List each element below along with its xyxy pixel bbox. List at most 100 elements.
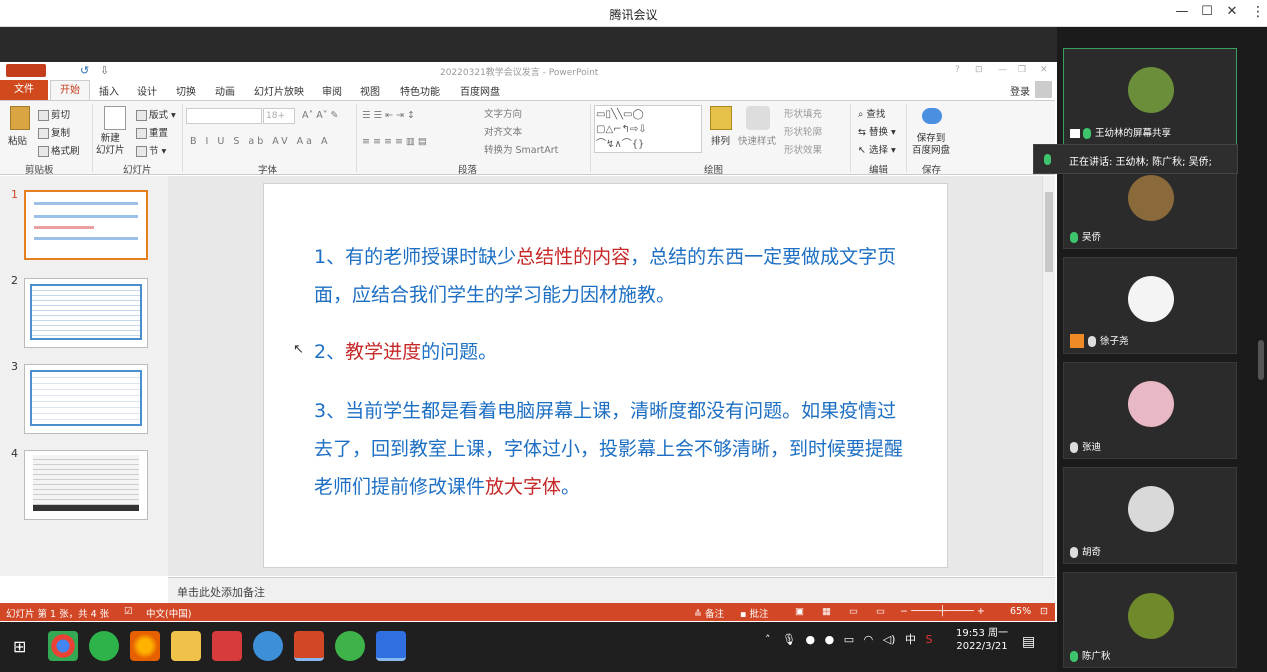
replace-button[interactable]: ⇆ 替换 ▾ [858, 124, 896, 138]
sorter-view-icon[interactable]: ▦ [822, 606, 831, 617]
minimize-button[interactable]: — [1172, 4, 1192, 19]
tab-insert[interactable]: 插入 [99, 83, 119, 98]
find-button[interactable]: ⌕ 查找 [858, 106, 885, 120]
chrome-icon[interactable] [48, 631, 78, 661]
tab-file[interactable]: 文件 [0, 80, 48, 100]
tab-view[interactable]: 视图 [360, 83, 380, 98]
tray-expand-icon[interactable]: ˄ [765, 633, 771, 646]
tab-slideshow[interactable]: 幻灯片放映 [254, 83, 304, 98]
participant-tile[interactable]: 胡奇 [1063, 467, 1237, 564]
comments-button[interactable]: ▪ 批注 [740, 606, 768, 620]
participant-scrollbar[interactable] [1258, 340, 1264, 380]
tab-review[interactable]: 审阅 [322, 83, 342, 98]
browser-icon[interactable] [89, 631, 119, 661]
tray-mic-icon[interactable]: 🎙 [782, 633, 796, 646]
ppt-restore-icon[interactable]: ❐ [1018, 65, 1026, 75]
ppt-close-icon[interactable]: ✕ [1040, 65, 1048, 75]
quick-access-icon[interactable]: ⇩ [100, 64, 109, 77]
spellcheck-icon[interactable]: ☑ [124, 606, 133, 617]
slide-point-3[interactable]: 3、当前学生都是看着电脑屏幕上课，清晰度都没有问题。如果疫情过去了，回到教室上课… [314, 392, 904, 506]
shape-outline-button[interactable]: 形状轮廓 [784, 124, 822, 138]
font-size-input[interactable]: 18+ [263, 108, 295, 124]
language-label[interactable]: 中文(中国) [146, 606, 191, 620]
more-icon[interactable]: ⋮ [1248, 4, 1267, 20]
help-icon[interactable]: ? [955, 65, 960, 75]
ime-indicator[interactable]: 中 [905, 633, 916, 646]
text-direction-button[interactable]: 文字方向 [484, 106, 522, 120]
reading-view-icon[interactable]: ▭ [849, 606, 858, 617]
zoom-level[interactable]: 65% [1010, 606, 1031, 617]
notification-icon[interactable]: ▤ [1022, 634, 1035, 650]
paste-button[interactable]: 粘贴 [8, 133, 27, 147]
maximize-button[interactable]: ☐ [1197, 4, 1217, 19]
font-grow-icon[interactable]: A˄ A˅ ✎ [302, 110, 339, 121]
quick-styles-icon[interactable] [746, 106, 770, 130]
undo-icon[interactable]: ↺ [80, 64, 89, 77]
slide-thumbnail-3[interactable] [24, 364, 148, 434]
shape-fill-button[interactable]: 形状填充 [784, 106, 822, 120]
ppt-minimize-icon[interactable]: — [998, 65, 1007, 75]
notes-button[interactable]: ≙ 备注 [694, 606, 724, 620]
save-baidu-button[interactable]: 保存到 百度网盘 [912, 133, 950, 157]
slide-scrollbar[interactable] [1042, 176, 1055, 576]
tray-wechat-icon[interactable]: ● [825, 633, 835, 646]
battery-icon[interactable]: ▭ [844, 633, 854, 646]
paste-icon[interactable] [10, 106, 30, 130]
tab-transitions[interactable]: 切换 [176, 83, 196, 98]
slide[interactable]: 1、有的老师授课时缺少总结性的内容，总结的东西一定要做成文字页面，应结合我们学生… [263, 183, 948, 568]
volume-icon[interactable]: ◁) [883, 633, 896, 646]
format-painter-button[interactable]: 格式刷 [38, 143, 80, 157]
align-icons[interactable]: ≡ ≡ ≡ ≡ ▥ ▤ [362, 136, 427, 147]
slideshow-view-icon[interactable]: ▭ [876, 606, 885, 617]
clock[interactable]: 19:53 周一 2022/3/21 [956, 627, 1008, 653]
baidu-cloud-icon[interactable] [922, 108, 942, 124]
slide-thumbnail-1[interactable] [24, 190, 148, 260]
font-format-buttons[interactable]: B I U S ab AV Aa A [190, 136, 331, 147]
shapes-gallery[interactable]: ▭▯╲╲▭◯ ▢△⌐↰⇨⇩ ⌒↯∧⌒{} [594, 105, 702, 153]
wifi-icon[interactable]: ◠ [864, 633, 874, 646]
input-method-icon[interactable]: S [925, 633, 932, 646]
firefox-icon[interactable] [130, 631, 160, 661]
file-explorer-icon[interactable] [171, 631, 201, 661]
login-link[interactable]: 登录 [1010, 83, 1030, 98]
new-slide-button[interactable]: 新建 幻灯片 [96, 133, 125, 157]
section-button[interactable]: 节 ▾ [136, 143, 166, 157]
tab-home[interactable]: 开始 [50, 80, 90, 102]
shape-effects-button[interactable]: 形状效果 [784, 142, 822, 156]
copy-button[interactable]: 复制 [38, 125, 70, 139]
fit-window-icon[interactable]: ⊡ [1040, 606, 1048, 617]
tencent-meeting-icon[interactable] [376, 631, 406, 661]
windows-start-icon[interactable]: ⊞ [13, 637, 26, 656]
notes-pane[interactable]: 单击此处添加备注 [168, 577, 1055, 603]
zoom-slider[interactable]: − ─────┼───── + [900, 606, 985, 617]
tab-animations[interactable]: 动画 [215, 83, 235, 98]
align-text-button[interactable]: 对齐文本 [484, 124, 522, 138]
smartart-button[interactable]: 转换为 SmartArt [484, 142, 558, 156]
cut-button[interactable]: 剪切 [38, 107, 70, 121]
layout-button[interactable]: 版式 ▾ [136, 107, 176, 121]
participant-tile[interactable]: 陈广秋 [1063, 572, 1237, 668]
bullets-icon[interactable]: ☰ ☰ ⇤ ⇥ ↕ [362, 110, 415, 121]
tab-design[interactable]: 设计 [137, 83, 157, 98]
slide-point-2[interactable]: 2、教学进度的问题。 [314, 333, 904, 371]
app-icon[interactable] [253, 631, 283, 661]
font-name-input[interactable] [186, 108, 262, 124]
arrange-icon[interactable] [710, 106, 732, 130]
select-button[interactable]: ↖ 选择 ▾ [858, 142, 896, 156]
reset-button[interactable]: 重置 [136, 125, 168, 139]
tab-baidu[interactable]: 百度网盘 [460, 83, 500, 98]
quick-styles-button[interactable]: 快速样式 [738, 133, 776, 147]
slide-point-1[interactable]: 1、有的老师授课时缺少总结性的内容，总结的东西一定要做成文字页面，应结合我们学生… [314, 238, 904, 314]
tray-app-icon[interactable]: ● [805, 633, 815, 646]
tab-special[interactable]: 特色功能 [400, 83, 440, 98]
user-avatar-icon[interactable] [1035, 81, 1052, 98]
slide-thumbnail-4[interactable] [24, 450, 148, 520]
normal-view-icon[interactable]: ▣ [795, 606, 804, 617]
participant-tile[interactable]: 张迪 [1063, 362, 1237, 459]
slide-thumbnail-2[interactable] [24, 278, 148, 348]
participant-tile[interactable]: 王幼林的屏幕共享 [1063, 48, 1237, 145]
app-icon[interactable] [212, 631, 242, 661]
participant-tile[interactable]: 徐子尧 [1063, 257, 1237, 354]
close-button[interactable]: ✕ [1222, 4, 1242, 19]
new-slide-icon[interactable] [104, 106, 126, 130]
